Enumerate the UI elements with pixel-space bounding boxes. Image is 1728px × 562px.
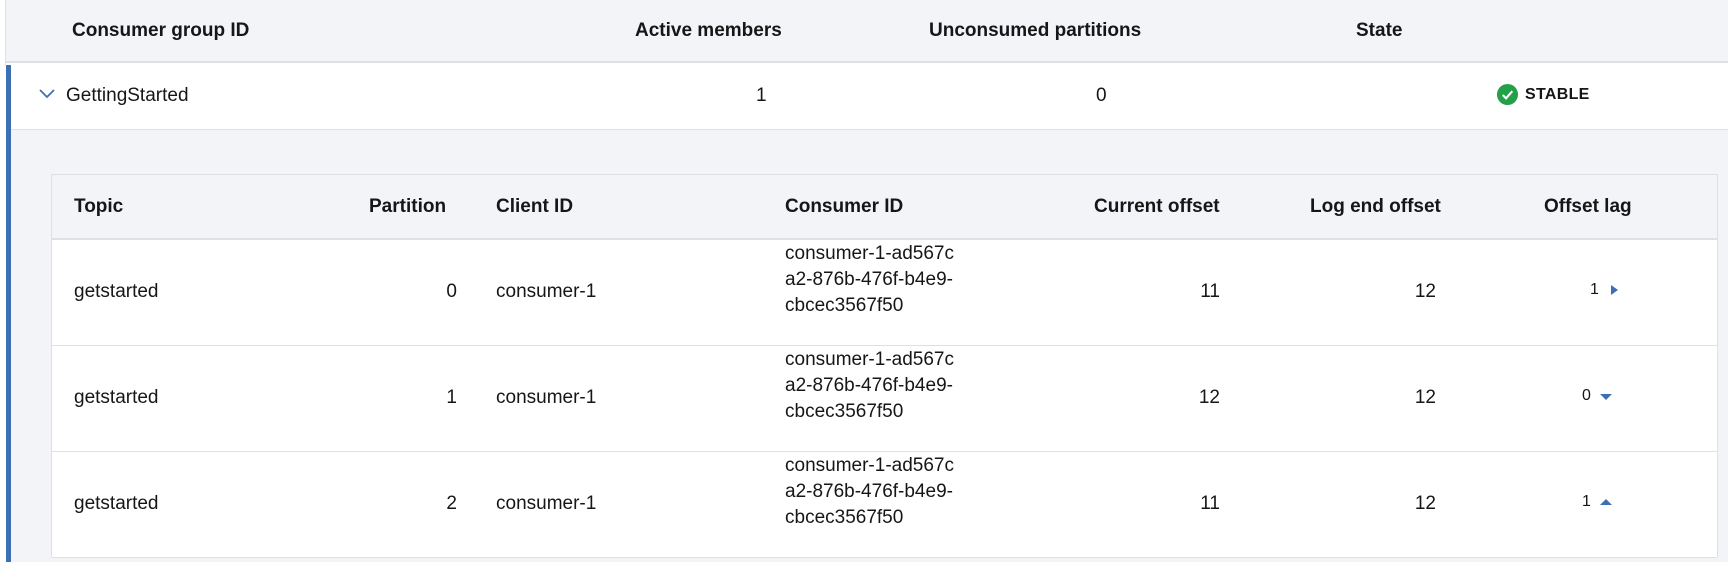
offset-lag-value: 1 xyxy=(1590,281,1599,298)
current-offset-cell: 11 xyxy=(1200,281,1220,302)
consumer-id-cell: consumer-1-ad567ca2-876b-476f-b4e9-cbcec… xyxy=(785,243,954,316)
column-header-group-id[interactable]: Consumer group ID xyxy=(72,20,249,42)
column-header-consumer-id[interactable]: Consumer ID xyxy=(785,196,903,218)
column-header-active-members[interactable]: Active members xyxy=(635,20,782,42)
consumer-id-cell: consumer-1-ad567ca2-876b-476f-b4e9-cbcec… xyxy=(785,455,954,528)
column-header-partition[interactable]: Partition xyxy=(369,196,446,218)
checkmark-filled-icon xyxy=(1496,83,1519,106)
partition-table-header: Topic Partition Client ID Consumer ID Cu… xyxy=(52,175,1717,240)
offset-lag-cell[interactable]: 1 xyxy=(1590,281,1621,299)
group-id: GettingStarted xyxy=(66,85,189,106)
column-header-log-end-offset[interactable]: Log end offset xyxy=(1310,196,1441,218)
unconsumed-partitions-value: 0 xyxy=(1096,85,1107,106)
log-end-offset-cell: 12 xyxy=(1414,493,1436,514)
table-row: getstarted 1 consumer-1 consumer-1-ad567… xyxy=(52,346,1717,452)
offset-lag-value: 0 xyxy=(1582,387,1591,404)
client-id-cell: consumer-1 xyxy=(496,493,597,514)
column-header-unconsumed-partitions[interactable]: Unconsumed partitions xyxy=(929,20,1141,42)
caret-right-icon[interactable] xyxy=(1607,283,1621,297)
status-badge: STABLE xyxy=(1496,83,1590,106)
offset-lag-cell[interactable]: 1 xyxy=(1582,493,1613,511)
consumer-groups-page: Consumer group ID Active members Unconsu… xyxy=(0,0,1728,562)
caret-down-icon[interactable] xyxy=(1599,389,1613,403)
active-members-value: 1 xyxy=(756,85,767,106)
log-end-offset-cell: 12 xyxy=(1414,387,1436,408)
client-id-cell: consumer-1 xyxy=(496,387,597,408)
partition-details-table: Topic Partition Client ID Consumer ID Cu… xyxy=(51,174,1718,558)
current-offset-cell: 12 xyxy=(1198,387,1220,408)
column-header-client-id[interactable]: Client ID xyxy=(496,196,573,218)
current-offset-cell: 11 xyxy=(1200,493,1220,514)
column-header-topic[interactable]: Topic xyxy=(74,196,123,218)
partition-cell: 2 xyxy=(446,493,457,514)
topic-cell: getstarted xyxy=(74,387,159,408)
table-row: getstarted 2 consumer-1 consumer-1-ad567… xyxy=(52,452,1717,558)
log-end-offset-cell: 12 xyxy=(1414,281,1436,302)
topic-cell: getstarted xyxy=(74,493,159,514)
offset-lag-value: 1 xyxy=(1582,493,1591,510)
state-label: STABLE xyxy=(1525,85,1590,103)
caret-up-icon[interactable] xyxy=(1599,495,1613,509)
offset-lag-cell[interactable]: 0 xyxy=(1582,387,1613,405)
partition-cell: 0 xyxy=(446,281,457,302)
column-header-state[interactable]: State xyxy=(1356,20,1402,42)
column-header-offset-lag[interactable]: Offset lag xyxy=(1544,196,1632,218)
partition-cell: 1 xyxy=(446,387,457,408)
topic-cell: getstarted xyxy=(74,281,159,302)
client-id-cell: consumer-1 xyxy=(496,281,597,302)
chevron-down-icon[interactable] xyxy=(32,79,62,109)
table-row: getstarted 0 consumer-1 consumer-1-ad567… xyxy=(52,240,1717,346)
consumer-id-cell: consumer-1-ad567ca2-876b-476f-b4e9-cbcec… xyxy=(785,349,954,422)
column-header-current-offset[interactable]: Current offset xyxy=(1094,196,1220,218)
consumer-groups-table-header: Consumer group ID Active members Unconsu… xyxy=(6,0,1728,63)
consumer-group-row[interactable]: GettingStarted 1 0 STABLE xyxy=(6,63,1728,130)
